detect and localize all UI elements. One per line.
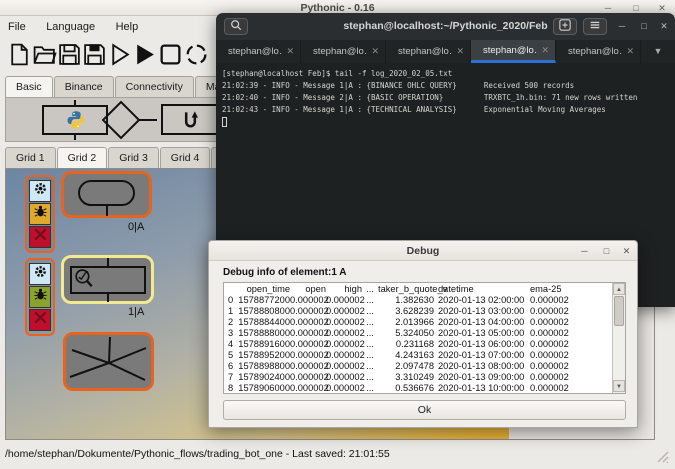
- element-1A-debug-button[interactable]: [29, 286, 51, 308]
- terminal-tab[interactable]: stephan@lo… ✕: [556, 40, 641, 63]
- delete-x-icon: [33, 227, 48, 247]
- element-0A-config-button[interactable]: [29, 180, 51, 202]
- tab-connectivity[interactable]: Connectivity: [115, 76, 194, 97]
- terminal-tab-label: stephan@lo…: [398, 46, 452, 57]
- scroll-up-icon[interactable]: ▲: [613, 283, 625, 295]
- terminal-tab[interactable]: stephan@lo… ✕: [386, 40, 471, 63]
- debug-table-row: 415788916000.0000020.000002...0.23116820…: [226, 339, 611, 350]
- debug-table-row: 815789060000.0000020.000002...0.53667620…: [226, 383, 611, 394]
- minimize-icon[interactable]: ─: [614, 18, 630, 35]
- element-1A[interactable]: [61, 255, 154, 304]
- maximize-icon[interactable]: □: [636, 18, 652, 35]
- tab-grid-4[interactable]: Grid 4: [160, 147, 211, 168]
- terminal-tab[interactable]: stephan@lo… ✕: [471, 40, 556, 63]
- terminal-tab-label: stephan@lo…: [228, 46, 282, 57]
- return-element-symbol[interactable]: [161, 104, 221, 136]
- tab-list-dropdown-icon[interactable]: ▼: [641, 40, 675, 63]
- debug-table-header: open_timeopenhigh...taker_b_quote_vdatet…: [226, 284, 611, 295]
- tab-close-icon[interactable]: ✕: [371, 46, 379, 57]
- terminal-output: [stephan@localhost Feb]$ tail -f log_202…: [222, 68, 675, 116]
- debug-table-row: 515788952000.0000020.000002...4.24316320…: [226, 350, 611, 361]
- new-file-icon[interactable]: [7, 42, 32, 67]
- element-1A-label: 1|A: [128, 306, 144, 318]
- tab-binance[interactable]: Binance: [54, 76, 114, 97]
- element-0A-debug-button[interactable]: [29, 203, 51, 225]
- connector-element[interactable]: [63, 332, 154, 391]
- terminal-tab-bar: stephan@lo…✕stephan@lo…✕stephan@lo…✕step…: [216, 40, 675, 63]
- debug-table-row: 015788772000.0000020.000002...1.38263020…: [226, 295, 611, 306]
- debug-dialog: Debug ─ □ ✕ Debug info of element:1 A op…: [208, 240, 638, 428]
- terminal-tab-label: stephan@lo…: [313, 46, 367, 57]
- element-1A-delete-button[interactable]: [29, 309, 51, 331]
- kill-icon[interactable]: [184, 42, 209, 67]
- tab-close-icon[interactable]: ✕: [626, 46, 634, 57]
- element-0A-buttons: [25, 175, 55, 253]
- debug-table-row: 115788808000.0000020.000002...3.62823920…: [226, 306, 611, 317]
- debug-titlebar: Debug ─ □ ✕: [209, 241, 637, 261]
- debug-table-row: 715789024000.0000020.000002...3.31024920…: [226, 372, 611, 383]
- element-1A-config-button[interactable]: [29, 263, 51, 285]
- terminal-tab[interactable]: stephan@lo… ✕: [216, 40, 301, 63]
- terminal-tab-label: stephan@lo…: [568, 46, 622, 57]
- scrollbar[interactable]: ▲ ▼: [612, 283, 625, 393]
- tab-grid-1[interactable]: Grid 1: [5, 147, 56, 168]
- element-0A[interactable]: [61, 171, 152, 218]
- element-0A-label: 0|A: [128, 221, 144, 233]
- scrollbar-thumb[interactable]: [614, 296, 624, 326]
- run-debug-icon[interactable]: [107, 42, 132, 67]
- menu-help[interactable]: Help: [108, 18, 147, 33]
- magnifier-chart-icon: [72, 267, 97, 297]
- save-as-icon[interactable]: [82, 42, 107, 67]
- tab-close-icon[interactable]: ✕: [456, 46, 464, 57]
- debug-table-row: 215788844000.0000020.000002...2.01396620…: [226, 317, 611, 328]
- bug-icon: [33, 287, 48, 307]
- tab-basic[interactable]: Basic: [5, 76, 53, 97]
- run-icon[interactable]: [132, 42, 157, 67]
- tab-close-icon[interactable]: ✕: [286, 46, 294, 57]
- close-icon[interactable]: ✕: [656, 18, 672, 35]
- debug-info-label: Debug info of element:1 A: [223, 267, 347, 278]
- terminal-tab-label: stephan@lo…: [483, 45, 537, 56]
- status-text: /home/stephan/Dokumente/Pythonic_flows/t…: [5, 448, 390, 460]
- maximize-icon[interactable]: □: [599, 243, 614, 259]
- scroll-down-icon[interactable]: ▼: [613, 380, 625, 392]
- terminal-new-tab-button[interactable]: [553, 18, 577, 35]
- branch-element-symbol[interactable]: [102, 100, 158, 140]
- tab-grid-3[interactable]: Grid 3: [108, 147, 159, 168]
- ok-button[interactable]: Ok: [223, 400, 626, 420]
- open-file-icon[interactable]: [32, 42, 57, 67]
- new-tab-icon: [559, 18, 571, 36]
- terminal-menu-button[interactable]: [583, 18, 607, 35]
- minimize-icon[interactable]: ─: [577, 243, 592, 259]
- tab-grid-2[interactable]: Grid 2: [57, 147, 108, 168]
- terminal-search-button[interactable]: [224, 18, 248, 35]
- tab-close-icon[interactable]: ✕: [541, 45, 549, 56]
- terminal-tab[interactable]: stephan@lo… ✕: [301, 40, 386, 63]
- gear-icon: [33, 264, 48, 284]
- delete-x-icon: [33, 310, 48, 330]
- element-1A-buttons: [25, 258, 55, 336]
- menu-language[interactable]: Language: [38, 18, 103, 33]
- debug-table-row: 315788880000.0000020.000002...5.32405020…: [226, 328, 611, 339]
- status-bar: /home/stephan/Dokumente/Pythonic_flows/t…: [0, 443, 675, 469]
- gear-icon: [33, 181, 48, 201]
- terminal-titlebar: stephan@localhost:~/Pythonic_2020/Feb ─ …: [216, 13, 675, 40]
- debug-output-area[interactable]: open_timeopenhigh...taker_b_quote_vdatet…: [223, 282, 626, 394]
- python-element-symbol[interactable]: [42, 102, 108, 138]
- resize-grip[interactable]: [653, 449, 669, 463]
- search-icon: [230, 18, 242, 36]
- bug-icon: [33, 204, 48, 224]
- menu-file[interactable]: File: [0, 18, 34, 33]
- close-icon[interactable]: ✕: [619, 243, 634, 259]
- python-logo-icon: [66, 110, 86, 130]
- debug-dataframe: open_timeopenhigh...taker_b_quote_vdatet…: [226, 284, 611, 394]
- stop-icon[interactable]: [158, 42, 183, 67]
- terminal-cursor: [222, 117, 227, 127]
- element-0A-delete-button[interactable]: [29, 226, 51, 248]
- save-icon[interactable]: [57, 42, 82, 67]
- debug-table-row: 615788988000.0000020.000002...2.09747820…: [226, 361, 611, 372]
- debug-title: Debug: [209, 241, 637, 261]
- hamburger-menu-icon: [589, 18, 601, 36]
